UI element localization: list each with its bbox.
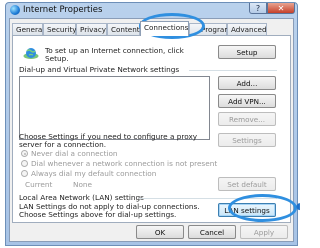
radio-dial-whenever-label: Dial whenever a network connection is no… — [31, 159, 218, 168]
current-value: None — [73, 180, 93, 189]
radio-dial-whenever[interactable] — [21, 160, 28, 167]
window-title: Internet Properties — [23, 5, 103, 15]
tab-strip: General Security Privacy Content Connect… — [12, 21, 291, 36]
dialup-heading: Dial-up and Virtual Private Network sett… — [19, 65, 180, 74]
proxy-text-line2: server for a connection. — [19, 140, 107, 149]
radio-always-dial[interactable] — [21, 170, 28, 177]
cancel-button[interactable]: Cancel — [188, 225, 236, 239]
remove-connection-button[interactable]: Remove... — [218, 112, 276, 126]
radio-never-dial-label: Never dial a connection — [31, 149, 118, 158]
lan-heading: Local Area Network (LAN) settings — [19, 193, 144, 202]
apply-button[interactable]: Apply — [240, 225, 288, 239]
radio-never-dial[interactable] — [21, 150, 28, 157]
ok-button[interactable]: OK — [136, 225, 184, 239]
internet-properties-window: Internet Properties ? ✕ General Security… — [5, 2, 298, 246]
lan-divider — [139, 198, 277, 199]
dialup-divider — [189, 70, 277, 71]
setup-text-line2: Setup. — [45, 54, 69, 63]
add-connection-button[interactable]: Add... — [218, 76, 276, 90]
tab-privacy[interactable]: Privacy — [76, 23, 107, 35]
set-default-button[interactable]: Set default — [218, 177, 276, 191]
radio-always-dial-label: Always dial my default connection — [31, 169, 157, 178]
callout-marker-icon: ◖ — [296, 202, 301, 212]
globe-network-icon — [23, 48, 39, 59]
close-button[interactable]: ✕ — [267, 3, 295, 14]
tab-connections[interactable]: Connections — [140, 21, 189, 36]
add-vpn-button[interactable]: Add VPN... — [218, 94, 276, 108]
dialog-client-area: General Security Privacy Content Connect… — [9, 18, 294, 242]
tab-programs[interactable]: Programs — [189, 23, 235, 35]
tab-security[interactable]: Security — [43, 23, 77, 35]
tab-general[interactable]: General — [12, 23, 44, 35]
dialup-connections-list[interactable] — [19, 76, 210, 140]
internet-options-icon — [10, 5, 20, 15]
lan-text-line2: Choose Settings above for dial-up settin… — [19, 210, 177, 219]
connections-panel: To set up an Internet connection, click … — [12, 35, 291, 223]
help-button[interactable]: ? — [249, 3, 267, 14]
setup-button[interactable]: Setup — [218, 45, 276, 59]
tab-advanced[interactable]: Advanced — [227, 23, 267, 35]
lan-settings-button[interactable]: LAN settings — [218, 203, 276, 217]
dialup-settings-button[interactable]: Settings — [218, 133, 276, 147]
title-bar[interactable]: Internet Properties ? ✕ — [6, 3, 297, 17]
current-label: Current — [25, 180, 53, 189]
tab-content[interactable]: Content — [107, 23, 140, 35]
